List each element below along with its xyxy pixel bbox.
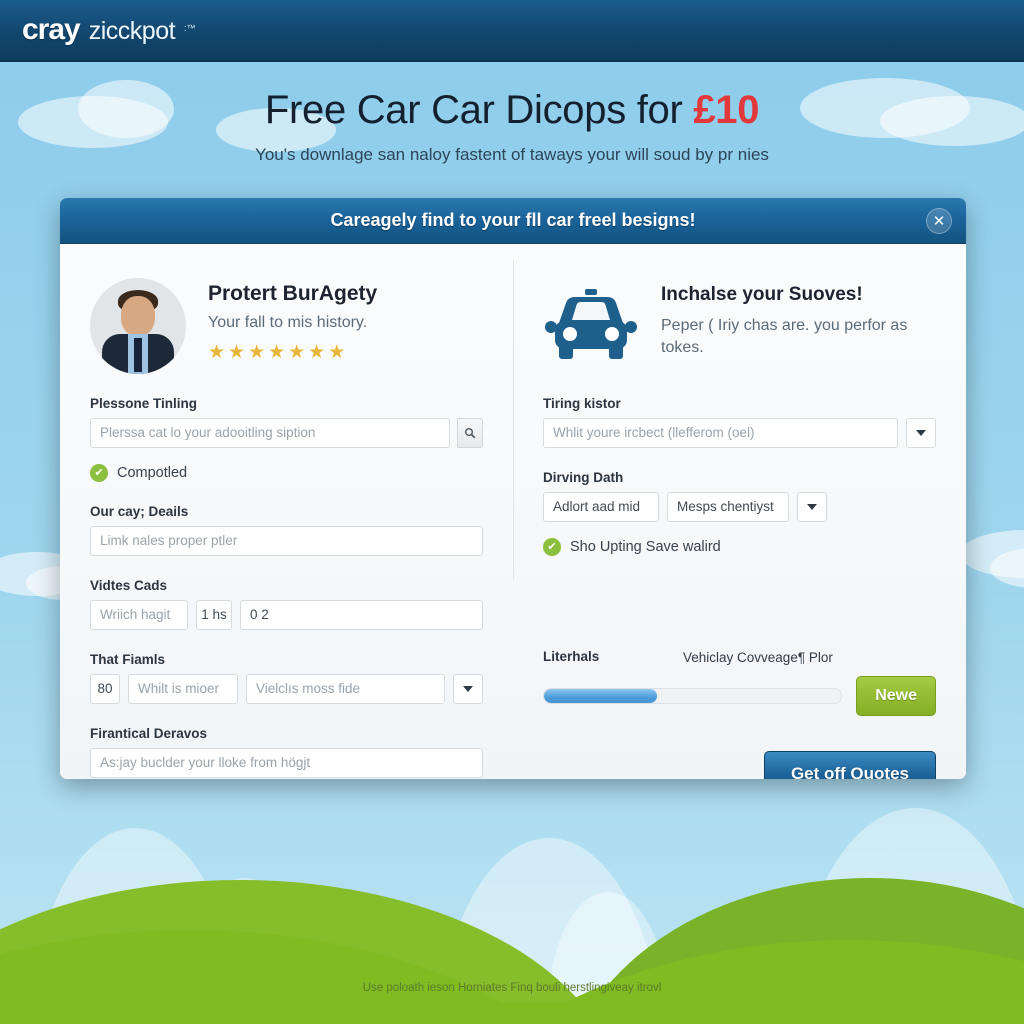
progress-section: Literhals Vehiclay Covveage¶ Plor Newe xyxy=(543,649,936,717)
page-title-price: £10 xyxy=(693,88,760,132)
right-column: Inchalse your Suoves! Peper ( Iriy chas … xyxy=(513,244,966,779)
modal-header: Careagely find to your fll car freel bes… xyxy=(60,198,966,244)
coverage-title: Inchalse your Suoves! xyxy=(661,284,863,305)
field-tiring-kistor: Whlit youre ircbect (llefferom (oel) xyxy=(543,418,936,448)
label-firantical-deravos: Firantical Deravos xyxy=(90,726,208,741)
status-compotled: ✔ Compotled xyxy=(90,464,483,482)
firantical-deravos-input[interactable]: As:jay buclder your lloke from högjt xyxy=(90,748,483,778)
car-icon xyxy=(543,278,639,374)
brand-mark: cray xyxy=(22,13,81,46)
progress-label-left: Literhals xyxy=(543,649,600,664)
modal-title: Careagely find to your fll car freel bes… xyxy=(330,210,696,230)
dirving-dath-value-a[interactable]: Adlort aad mid xyxy=(543,492,659,522)
ground-fill xyxy=(0,1002,1024,1024)
that-fiamls-number[interactable]: 80 xyxy=(90,674,120,704)
hero-section: Free Car Car Dicops for £10 You's downla… xyxy=(0,88,1024,165)
agent-profile: Protert BurAgety Your fall to mis histor… xyxy=(90,278,483,374)
progress-row: Newe xyxy=(543,676,936,717)
field-our-cay-deails: Limk nales proper ptler xyxy=(90,526,483,556)
close-glyph: ✕ xyxy=(932,212,946,230)
progress-bar-fill xyxy=(544,689,657,704)
close-icon[interactable]: ✕ xyxy=(926,207,952,234)
dirving-dath-value-b[interactable]: Mesps chentiyst xyxy=(667,492,789,522)
avatar xyxy=(90,278,186,374)
modal-body: Protert BurAgety Your fall to mis histor… xyxy=(60,244,966,779)
our-cay-deails-input[interactable]: Limk nales proper ptler xyxy=(90,526,483,556)
agent-name: Protert BurAgety xyxy=(208,282,378,305)
label-dirving-dath: Dirving Dath xyxy=(543,470,624,485)
page-subtitle: You's downlage san naloy fastent of tawa… xyxy=(255,145,769,164)
check-circle-icon: ✔ xyxy=(90,464,108,482)
vidtes-cads-value[interactable]: 0 2 xyxy=(240,600,483,630)
chevron-down-icon[interactable] xyxy=(906,418,936,448)
check-glyph: ✔ xyxy=(94,466,104,479)
footer-note: Use poloath ieson Horniates Finq bouli h… xyxy=(362,982,662,994)
left-column: Protert BurAgety Your fall to mis histor… xyxy=(60,244,513,779)
get-quotes-button[interactable]: Get off Quotes xyxy=(763,751,936,779)
field-vidtes-cads: Wriich hagit 1 hs 0 2 xyxy=(90,600,483,630)
agent-meta: Protert BurAgety Your fall to mis histor… xyxy=(208,278,377,362)
agent-subtitle: Your fall to mis history. xyxy=(208,314,368,331)
page-title-text: Free Car Car Dicops for xyxy=(264,88,694,132)
label-tiring-kistor: Tiring kistor xyxy=(543,396,621,411)
coverage-subtitle: Peper ( Iriy chas are. you perfor as tok… xyxy=(661,317,908,356)
brand-trademark: :™ xyxy=(184,23,196,33)
field-firantical-deravos: As:jay buclder your lloke from högjt xyxy=(90,748,483,778)
field-that-fiamls: 80 Whilt is mioer Vielclıs moss fide xyxy=(90,674,483,704)
page-title: Free Car Car Dicops for £10 xyxy=(0,88,1024,133)
field-plessone-tinling: Plerssa cat lo your adooitling siption xyxy=(90,418,483,448)
vidtes-cads-unit[interactable]: 1 hs xyxy=(196,600,232,630)
label-plessone-tinling: Plessone Tinling xyxy=(90,396,198,411)
label-our-cay-deails: Our cay; Deails xyxy=(90,504,189,519)
search-icon[interactable] xyxy=(457,418,483,448)
that-fiamls-middle-input[interactable]: Whilt is mioer xyxy=(128,674,238,704)
check-circle-icon: ✔ xyxy=(543,538,561,556)
coverage-meta: Inchalse your Suoves! Peper ( Iriy chas … xyxy=(661,278,936,358)
vidtes-cads-input[interactable]: Wriich hagit xyxy=(90,600,188,630)
progress-bar[interactable] xyxy=(543,688,843,705)
check-glyph: ✔ xyxy=(547,540,557,553)
status-upting-save: ✔ Sho Upting Save walird xyxy=(543,538,936,556)
top-brand-bar: cray zicckpot :™ xyxy=(0,0,1024,62)
coverage-header: Inchalse your Suoves! Peper ( Iriy chas … xyxy=(543,278,936,374)
chevron-down-icon[interactable] xyxy=(453,674,483,704)
newe-button[interactable]: Newe xyxy=(856,676,936,717)
avatar-tie xyxy=(134,338,142,372)
status-upting-save-label: Sho Upting Save walird xyxy=(570,539,721,555)
progress-label-right: Vehiclay Covveage¶ Plor xyxy=(683,650,833,665)
avatar-head xyxy=(121,296,155,336)
brand-logo[interactable]: cray zicckpot :™ xyxy=(0,15,196,45)
star-rating: ★★★★★★★ xyxy=(208,342,349,363)
status-compotled-label: Compotled xyxy=(117,465,188,481)
quote-modal: Careagely find to your fll car freel bes… xyxy=(60,198,966,779)
brand-word: zicckpot xyxy=(88,17,176,45)
that-fiamls-select-value[interactable]: Vielclıs moss fide xyxy=(246,674,445,704)
plessone-tinling-input[interactable]: Plerssa cat lo your adooitling siption xyxy=(90,418,450,448)
label-vidtes-cads: Vidtes Cads xyxy=(90,578,168,593)
chevron-down-icon[interactable] xyxy=(797,492,827,522)
label-that-fiamls: That Fiamls xyxy=(90,652,166,667)
tiring-kistor-select[interactable]: Whlit youre ircbect (llefferom (oel) xyxy=(543,418,898,448)
field-dirving-dath: Adlort aad mid Mesps chentiyst xyxy=(543,492,936,522)
progress-labels: Literhals Vehiclay Covveage¶ Plor xyxy=(543,649,936,667)
